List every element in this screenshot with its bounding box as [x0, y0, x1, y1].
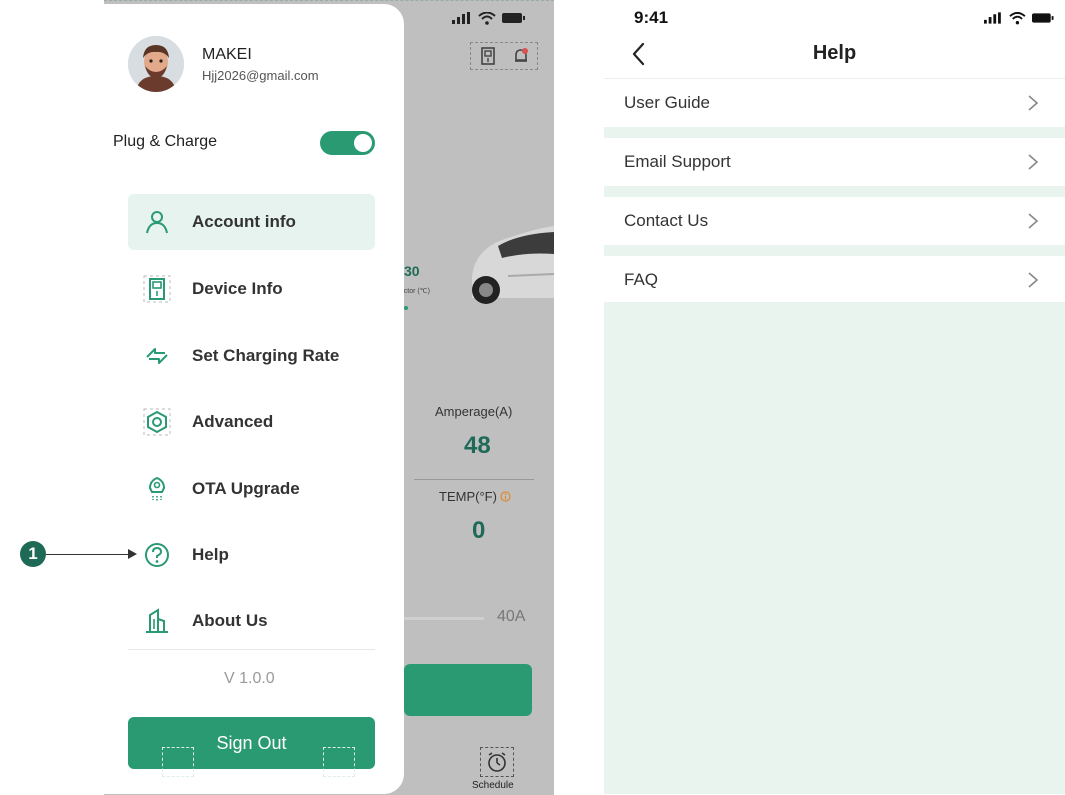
signal-icon — [452, 12, 470, 24]
current-slider-track[interactable] — [404, 617, 484, 620]
chevron-right-icon — [1028, 154, 1039, 170]
schedule-tab-label: Schedule — [472, 780, 514, 791]
background-divider — [414, 479, 534, 480]
menu-item-device-info[interactable]: Device Info — [128, 261, 375, 317]
avatar-image — [128, 36, 184, 92]
menu-label-ota-upgrade: OTA Upgrade — [192, 479, 300, 498]
help-item-label: User Guide — [624, 93, 710, 112]
menu-label-help: Help — [192, 545, 229, 564]
plug-charge-label: Plug & Charge — [113, 133, 218, 150]
alarm-clock-icon — [488, 752, 506, 772]
avatar[interactable] — [128, 36, 184, 92]
status-bar-icons — [984, 10, 1054, 26]
schedule-tab[interactable] — [480, 747, 514, 777]
menu-label-about-us: About Us — [192, 611, 268, 630]
help-item-label: Contact Us — [624, 211, 709, 230]
menu-item-ota-upgrade[interactable]: OTA Upgrade — [128, 461, 375, 517]
amperage-label: Amperage(A) — [435, 404, 513, 419]
sign-out-guide-mark-right — [323, 747, 355, 777]
car-image — [472, 226, 554, 304]
toggle-knob — [354, 134, 372, 152]
sign-out-guide-mark-left — [162, 747, 194, 777]
info-icon[interactable] — [500, 491, 511, 502]
help-circle-icon — [142, 540, 172, 570]
menu-label-device-info: Device Info — [192, 279, 283, 298]
help-item-user-guide[interactable]: User Guide — [604, 79, 1065, 127]
chevron-right-icon — [1028, 272, 1039, 288]
background-top-icons — [470, 42, 538, 70]
temp-label: TEMP(°F) — [439, 489, 497, 504]
menu-item-about-us[interactable]: About Us — [128, 593, 375, 649]
menu-item-advanced[interactable]: Advanced — [128, 394, 375, 450]
callout-arrow-head — [128, 549, 137, 559]
app-version: V 1.0.0 — [224, 670, 275, 687]
temp-label-group: TEMP(°F) — [439, 489, 511, 504]
background-reading-value: 30 — [404, 263, 420, 279]
page-title: Help — [812, 42, 857, 64]
help-item-label: FAQ — [624, 270, 659, 289]
sign-out-label: Sign Out — [216, 732, 287, 753]
signal-icon — [984, 12, 1001, 24]
row-gap — [604, 186, 1065, 197]
background-action-button[interactable] — [404, 664, 532, 716]
menu-item-help[interactable]: Help — [128, 527, 375, 583]
help-item-email-support[interactable]: Email Support — [604, 138, 1065, 186]
help-empty-area — [604, 302, 1065, 794]
callout-arrow-line — [46, 554, 130, 555]
menu-item-account-info[interactable]: Account info — [128, 194, 375, 250]
callout-badge: 1 — [20, 541, 46, 567]
user-email: Hjj2026@gmail.com — [202, 68, 319, 83]
user-name: MAKEI — [202, 46, 252, 63]
amperage-value: 48 — [464, 432, 491, 459]
rocket-upgrade-icon — [142, 474, 172, 504]
temp-value: 0 — [472, 517, 486, 544]
wifi-icon — [478, 11, 496, 25]
row-gap — [604, 245, 1065, 256]
help-item-contact-us[interactable]: Contact Us — [604, 197, 1065, 245]
menu-item-set-charging-rate[interactable]: Set Charging Rate — [128, 328, 375, 384]
status-time: 9:41 — [634, 8, 669, 27]
menu-label-set-charging-rate: Set Charging Rate — [192, 346, 340, 365]
notification-bell-icon[interactable] — [513, 47, 529, 65]
wifi-icon — [1009, 11, 1026, 24]
hexagon-settings-icon — [142, 407, 172, 437]
swap-arrows-icon — [142, 341, 172, 371]
charger-device-icon — [142, 274, 172, 304]
chevron-right-icon — [1028, 213, 1039, 229]
user-icon — [142, 207, 172, 237]
menu-label-advanced: Advanced — [192, 412, 274, 431]
building-icon — [142, 606, 172, 636]
background-page-dot — [404, 306, 408, 310]
chevron-right-icon — [1028, 95, 1039, 111]
drawer-divider — [128, 649, 375, 650]
battery-icon — [502, 13, 525, 23]
plug-charge-toggle[interactable] — [320, 131, 375, 155]
sign-out-button[interactable]: Sign Out — [128, 717, 375, 777]
slider-max-label: 40A — [497, 608, 526, 625]
help-item-label: Email Support — [624, 152, 731, 171]
battery-icon — [1031, 13, 1054, 23]
back-arrow-icon[interactable] — [628, 40, 652, 68]
charger-station-icon[interactable] — [480, 47, 496, 65]
row-gap — [604, 127, 1065, 138]
help-item-faq[interactable]: FAQ — [604, 256, 1065, 304]
menu-label-account-info: Account info — [192, 212, 296, 231]
background-status-bar — [452, 10, 542, 26]
